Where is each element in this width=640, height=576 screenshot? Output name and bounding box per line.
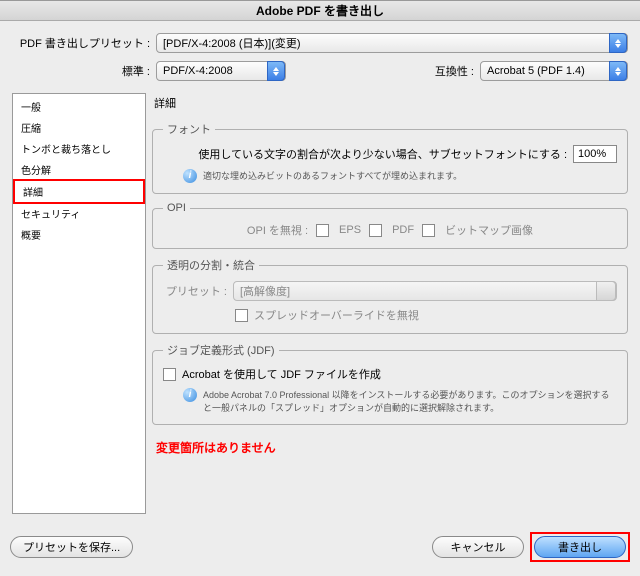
spread-override-checkbox[interactable] — [235, 309, 248, 322]
sidebar-item-compression[interactable]: 圧縮 — [13, 117, 145, 138]
compat-label: 互換性 : — [435, 63, 480, 79]
opi-eps-checkbox[interactable] — [316, 224, 329, 237]
panel-title: 詳細 — [154, 95, 628, 111]
chevron-updown-icon — [609, 61, 627, 81]
main-panel: 詳細 フォント 使用している文字の割合が次より少ない場合、サブセットフォントにす… — [152, 93, 628, 514]
preset-value: [PDF/X-4:2008 (日本)](変更) — [163, 35, 301, 51]
standard-label: 標準 : — [12, 63, 156, 79]
opi-bitmap-checkbox[interactable] — [422, 224, 435, 237]
preset-row: PDF 書き出しプリセット : [PDF/X-4:2008 (日本)](変更) — [12, 33, 628, 53]
cancel-button[interactable]: キャンセル — [432, 536, 524, 558]
export-highlight: 書き出し — [530, 532, 630, 562]
dialog-footer: プリセットを保存... キャンセル 書き出し — [0, 526, 640, 576]
font-info-row: i 適切な埋め込みビットのあるフォントすべてが埋め込まれます。 — [163, 169, 617, 183]
jdf-legend: ジョブ定義形式 (JDF) — [163, 342, 279, 358]
spread-override-row: スプレッドオーバーライドを無視 — [163, 307, 617, 323]
jdf-row: Acrobat を使用して JDF ファイルを作成 — [163, 366, 617, 382]
info-icon: i — [183, 388, 197, 402]
no-changes-notice: 変更箇所はありません — [156, 439, 628, 456]
jdf-checkbox-label: Acrobat を使用して JDF ファイルを作成 — [182, 366, 381, 382]
category-sidebar: 一般 圧縮 トンボと裁ち落とし 色分解 詳細 セキュリティ 概要 — [12, 93, 146, 514]
sidebar-item-general[interactable]: 一般 — [13, 96, 145, 117]
preset-label: PDF 書き出しプリセット : — [12, 35, 156, 51]
opi-pdf-checkbox[interactable] — [369, 224, 382, 237]
sidebar-item-separations[interactable]: 色分解 — [13, 159, 145, 180]
export-pdf-dialog: Adobe PDF を書き出し PDF 書き出しプリセット : [PDF/X-4… — [0, 0, 640, 576]
opi-label: OPI を無視 : — [247, 222, 308, 238]
sidebar-item-marks[interactable]: トンボと裁ち落とし — [13, 138, 145, 159]
window-title: Adobe PDF を書き出し — [0, 1, 640, 21]
info-icon: i — [183, 169, 197, 183]
compat-value: Acrobat 5 (PDF 1.4) — [487, 65, 585, 77]
dialog-body: PDF 書き出しプリセット : [PDF/X-4:2008 (日本)](変更) … — [0, 21, 640, 526]
chevron-updown-icon — [267, 61, 285, 81]
compat-select[interactable]: Acrobat 5 (PDF 1.4) — [480, 61, 628, 81]
preset-select[interactable]: [PDF/X-4:2008 (日本)](変更) — [156, 33, 628, 53]
subset-label: 使用している文字の割合が次より少ない場合、サブセットフォントにする : — [198, 146, 567, 162]
opi-pdf-label: PDF — [392, 224, 414, 236]
export-button[interactable]: 書き出し — [534, 536, 626, 558]
flatten-preset-value: [高解像度] — [240, 283, 290, 299]
opi-row: OPI を無視 : EPS PDF ビットマップ画像 — [163, 222, 617, 238]
opi-bitmap-label: ビットマップ画像 — [445, 222, 533, 238]
opi-group: OPI OPI を無視 : EPS PDF ビットマップ画像 — [152, 202, 628, 249]
content-area: 一般 圧縮 トンボと裁ち落とし 色分解 詳細 セキュリティ 概要 詳細 フォント… — [12, 93, 628, 514]
jdf-create-checkbox[interactable] — [163, 368, 176, 381]
opi-eps-label: EPS — [339, 224, 361, 236]
flatten-preset-label: プリセット : — [163, 283, 227, 299]
transparency-legend: 透明の分割・統合 — [163, 257, 259, 273]
font-group: フォント 使用している文字の割合が次より少ない場合、サブセットフォントにする :… — [152, 121, 628, 194]
jdf-info-row: i Adobe Acrobat 7.0 Professional 以降をインスト… — [163, 388, 617, 414]
transparency-group: 透明の分割・統合 プリセット : [高解像度] スプレッドオーバーライドを無視 — [152, 257, 628, 334]
sidebar-item-summary[interactable]: 概要 — [13, 224, 145, 245]
spread-override-label: スプレッドオーバーライドを無視 — [254, 307, 419, 323]
sidebar-item-advanced[interactable]: 詳細 — [13, 179, 145, 204]
flatten-preset-row: プリセット : [高解像度] — [163, 281, 617, 301]
standard-compat-row: 標準 : PDF/X-4:2008 互換性 : Acrobat 5 (PDF 1… — [12, 61, 628, 81]
standard-value: PDF/X-4:2008 — [163, 65, 233, 77]
jdf-group: ジョブ定義形式 (JDF) Acrobat を使用して JDF ファイルを作成 … — [152, 342, 628, 425]
jdf-info-text: Adobe Acrobat 7.0 Professional 以降をインストール… — [203, 388, 617, 414]
save-preset-button[interactable]: プリセットを保存... — [10, 536, 133, 558]
sidebar-item-security[interactable]: セキュリティ — [13, 203, 145, 224]
standard-select[interactable]: PDF/X-4:2008 — [156, 61, 286, 81]
subset-row: 使用している文字の割合が次より少ない場合、サブセットフォントにする : — [163, 145, 617, 163]
font-legend: フォント — [163, 121, 215, 137]
flatten-preset-select: [高解像度] — [233, 281, 617, 301]
opi-legend: OPI — [163, 202, 190, 214]
subset-percentage-input[interactable] — [573, 145, 617, 163]
font-info-text: 適切な埋め込みビットのあるフォントすべてが埋め込まれます。 — [203, 169, 462, 182]
chevron-updown-icon — [609, 33, 627, 53]
